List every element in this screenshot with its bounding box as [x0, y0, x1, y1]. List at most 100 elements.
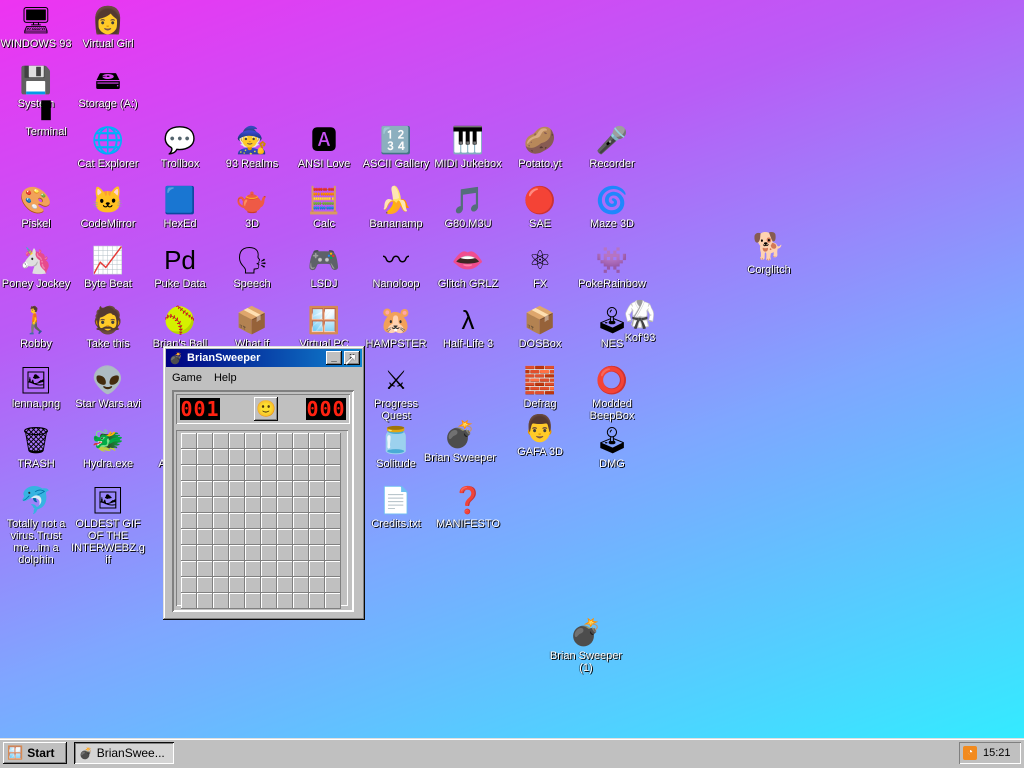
- desktop-icon-swords[interactable]: ⚔ Progress Quest: [358, 360, 434, 422]
- desktop-icon-dolphin[interactable]: 🐬 Totally not a virus.Trust me...im a dol…: [0, 480, 74, 566]
- mine-cell[interactable]: [277, 513, 293, 529]
- mine-cell[interactable]: [229, 465, 245, 481]
- mine-cell[interactable]: [325, 545, 341, 561]
- mine-cell[interactable]: [229, 561, 245, 577]
- desktop-icon-potato[interactable]: 🥔 Potato.yt: [502, 120, 578, 170]
- mine-cell[interactable]: [325, 481, 341, 497]
- mine-cell[interactable]: [325, 497, 341, 513]
- mine-cell[interactable]: [261, 545, 277, 561]
- mine-cell[interactable]: [261, 593, 277, 609]
- mine-cell[interactable]: [309, 449, 325, 465]
- mine-cell[interactable]: [277, 481, 293, 497]
- mine-cell[interactable]: [181, 497, 197, 513]
- mine-cell[interactable]: [293, 433, 309, 449]
- mine-cell[interactable]: [197, 449, 213, 465]
- desktop-icon-virtual-girl[interactable]: 👩 Virtual Girl: [70, 0, 146, 50]
- mine-cell[interactable]: [277, 449, 293, 465]
- mine-cell[interactable]: [197, 497, 213, 513]
- mine-cell[interactable]: [277, 433, 293, 449]
- desktop-icon-trash[interactable]: 🗑 TRASH: [0, 420, 74, 470]
- desktop-icon-banana[interactable]: 🍌 Bananamp: [358, 180, 434, 230]
- menu-game[interactable]: Game: [166, 372, 208, 384]
- mine-cell[interactable]: [309, 577, 325, 593]
- mine-cell[interactable]: [309, 497, 325, 513]
- mine-cell[interactable]: [245, 577, 261, 593]
- desktop-icon-image-file[interactable]: 🖼 lenna.png: [0, 360, 74, 410]
- desktop-icon-palette[interactable]: 🎨 Piskel: [0, 180, 74, 230]
- desktop-icon-computer[interactable]: 🖥 WINDOWS 93: [0, 0, 74, 50]
- mine-cell[interactable]: [181, 577, 197, 593]
- desktop-icon-cube[interactable]: 🟦 HexEd: [142, 180, 218, 230]
- rss-icon[interactable]: ◔: [963, 746, 977, 760]
- mine-cell[interactable]: [213, 545, 229, 561]
- desktop-icon-face[interactable]: 🧔 Take this: [70, 300, 146, 350]
- smiley-button[interactable]: 🙂: [254, 397, 278, 421]
- mine-cell[interactable]: [213, 433, 229, 449]
- mine-cell[interactable]: [325, 513, 341, 529]
- desktop-icon-atom[interactable]: ⚛ FX: [502, 240, 578, 290]
- mine-cell[interactable]: [229, 577, 245, 593]
- mine-cell[interactable]: [309, 593, 325, 609]
- mine-cell[interactable]: [229, 481, 245, 497]
- mine-cell[interactable]: [261, 433, 277, 449]
- mine-cell[interactable]: [197, 593, 213, 609]
- mine-cell[interactable]: [245, 513, 261, 529]
- mine-cell[interactable]: [293, 449, 309, 465]
- desktop-icon-puredata[interactable]: Pd Puke Data: [142, 240, 218, 290]
- desktop-icon-realms[interactable]: 🧙 93 Realms: [214, 120, 290, 170]
- desktop-icon-wave[interactable]: 〰 Nanoloop: [358, 240, 434, 290]
- mine-cell[interactable]: [277, 465, 293, 481]
- mine-cell[interactable]: [261, 481, 277, 497]
- desktop-icon-defrag[interactable]: 🧱 Defrag: [502, 360, 578, 410]
- mine-cell[interactable]: [213, 481, 229, 497]
- mine-cell[interactable]: [245, 481, 261, 497]
- mine-cell[interactable]: [293, 545, 309, 561]
- mine-cell[interactable]: [213, 529, 229, 545]
- mine-cell[interactable]: [325, 433, 341, 449]
- desktop-icon-question[interactable]: ❓ MANIFESTO: [430, 480, 506, 530]
- mine-cell[interactable]: [197, 481, 213, 497]
- mine-cell[interactable]: [277, 545, 293, 561]
- mine-cell[interactable]: [229, 513, 245, 529]
- mine-cell[interactable]: [197, 529, 213, 545]
- desktop-icon-pony[interactable]: 🦄 Poney Jockey: [0, 240, 74, 290]
- desktop-icon-hamster[interactable]: 🐹 HAMPSTER: [358, 300, 434, 350]
- desktop-icon-calculator[interactable]: 🧮 Calc: [286, 180, 362, 230]
- mine-cell[interactable]: [309, 513, 325, 529]
- desktop-icon-maze[interactable]: 🌀 Maze 3D: [574, 180, 650, 230]
- desktop-icon-piano[interactable]: 🎹 MIDI Jukebox: [430, 120, 506, 170]
- mine-cell[interactable]: [293, 577, 309, 593]
- desktop-icon-microphone[interactable]: 🎤 Recorder: [574, 120, 650, 170]
- mine-cell[interactable]: [309, 465, 325, 481]
- desktop-icon-hydra[interactable]: 🐲 Hydra.exe: [70, 420, 146, 470]
- mine-cell[interactable]: [325, 465, 341, 481]
- mine-cell[interactable]: [197, 513, 213, 529]
- mine-cell[interactable]: [293, 481, 309, 497]
- mine-cell[interactable]: [181, 513, 197, 529]
- mine-cell[interactable]: [293, 529, 309, 545]
- desktop-icon-robot[interactable]: 🚶 Robby: [0, 300, 74, 350]
- desktop-icon-beepbox[interactable]: ⭕ Modded BeepBox: [574, 360, 650, 422]
- mine-cell[interactable]: [213, 593, 229, 609]
- desktop-icon-mine[interactable]: 💣 Brian Sweeper: [422, 414, 498, 464]
- mine-cell[interactable]: [197, 561, 213, 577]
- mine-cell[interactable]: [277, 561, 293, 577]
- taskbar-item-briansweeper[interactable]: 💣 BrianSwee...: [74, 742, 174, 764]
- mine-cell[interactable]: [325, 449, 341, 465]
- desktop-icon-gif-file[interactable]: 🖼 OLDEST GIF OF THE INTERWEBZ.gif: [70, 480, 146, 566]
- desktop-icon-codemirror[interactable]: 🐱 CodeMirror: [70, 180, 146, 230]
- mine-cell[interactable]: [197, 465, 213, 481]
- desktop-icon-ascii[interactable]: 🔢 ASCII Gallery: [358, 120, 434, 170]
- mine-cell[interactable]: [325, 561, 341, 577]
- mine-cell[interactable]: [309, 545, 325, 561]
- mine-cell[interactable]: [229, 433, 245, 449]
- mine-cell[interactable]: [213, 513, 229, 529]
- desktop-icon-dosbox[interactable]: 📦 DOSBox: [502, 300, 578, 350]
- mine-cell[interactable]: [181, 465, 197, 481]
- mine-cell[interactable]: [213, 449, 229, 465]
- mine-cell[interactable]: [181, 545, 197, 561]
- mine-cell[interactable]: [181, 561, 197, 577]
- desktop-icon-lambda[interactable]: λ Half-Life 3: [430, 300, 506, 350]
- mine-cell[interactable]: [261, 513, 277, 529]
- mine-cell[interactable]: [229, 449, 245, 465]
